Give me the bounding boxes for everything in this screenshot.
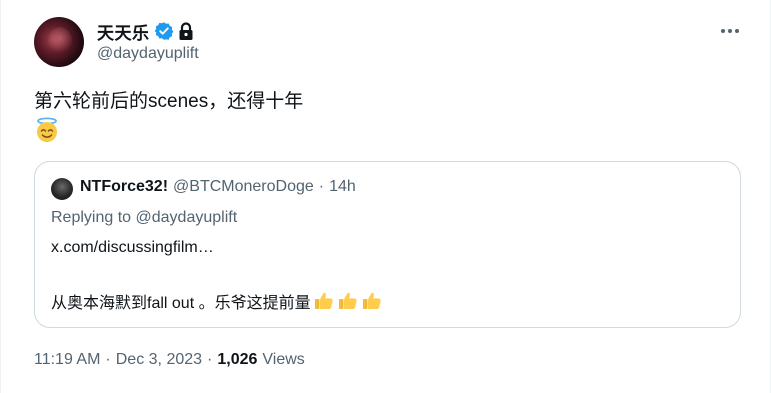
author-display-name[interactable]: 天天乐 [97,19,150,44]
thumbs-up-icon [313,290,335,312]
separator-dot: · [207,351,213,368]
verified-badge-icon[interactable] [154,21,174,41]
more-options-button[interactable] [719,20,741,42]
quoted-author-handle[interactable]: @BTCMoneroDoge [173,178,314,196]
tweet-text: 第六轮前后的scenes，还得十年 [34,91,304,112]
author-name-row: 天天乐 [97,19,194,44]
views-label: Views [262,351,305,368]
quoted-tweet-link[interactable]: x.com/discussingfilm… [51,239,214,257]
quoted-tweet-time[interactable]: 14h [329,178,356,196]
quoted-tweet-header: NTForce32! @BTCMoneroDoge · 14h [80,178,356,196]
replying-to-handle[interactable]: @daydayuplift [136,209,238,226]
more-icon [720,28,740,34]
tweet-date[interactable]: Dec 3, 2023 [116,351,202,369]
quoted-tweet-body: 从奥本海默到fall out 。乐爷这提前量 [51,289,383,313]
quoted-author-display-name[interactable]: NTForce32! [80,178,168,196]
thumbs-up-icon [361,290,383,312]
tweet-meta: 11:19 AM · Dec 3, 2023 · 1,026 Views [34,351,305,369]
quoted-tweet-card[interactable]: NTForce32! @BTCMoneroDoge · 14h Replying… [34,161,741,328]
author-avatar[interactable] [34,17,84,67]
separator-dot: · [105,351,111,368]
tweet-time[interactable]: 11:19 AM [34,351,100,369]
quoted-author-avatar[interactable] [51,178,73,200]
smiling-face-with-halo-icon [34,117,60,143]
replying-to-line: Replying to @daydayuplift [51,209,237,227]
separator-dot: · [318,178,325,195]
tweet-detail: 天天乐 @daydayuplift 第六轮前后的scenes，还得十年 NTFo… [0,0,771,393]
quoted-tweet-text: 从奥本海默到fall out 。乐爷这提前量 [51,295,311,312]
thumbs-up-icon [337,290,359,312]
replying-to-prefix: Replying to [51,209,132,226]
views-count: 1,026 [217,351,258,368]
author-handle[interactable]: @daydayuplift [97,45,199,63]
lock-icon [178,21,194,41]
